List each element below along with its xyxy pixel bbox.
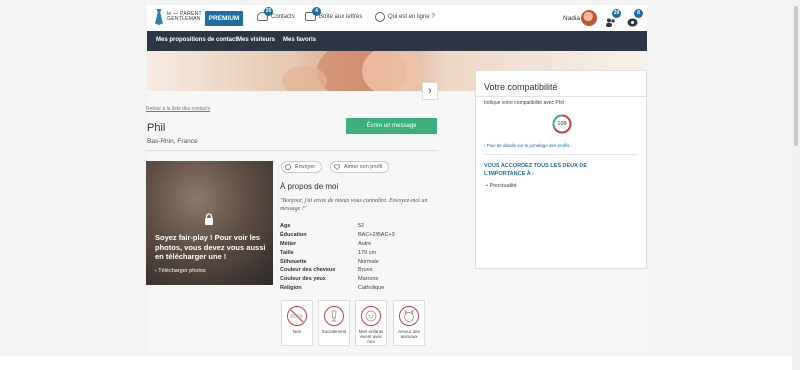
alerts-count-badge: 8	[634, 9, 643, 18]
send-label: Envoyer	[295, 164, 316, 170]
compatibility-title: Votre compatibilité	[484, 82, 558, 92]
people-icon	[606, 18, 615, 27]
attribute-value: Bruns	[358, 267, 373, 274]
like-label: Aimer son profil	[344, 164, 383, 170]
habit-label: Non	[292, 329, 302, 334]
habit-card-animals: Amour des animaux	[393, 300, 425, 346]
habit-card-smoking: Non	[281, 300, 313, 346]
attribute-value: Marrons	[358, 276, 379, 283]
glass-icon	[324, 306, 344, 326]
shared-values-heading: VOUS ACCORDEZ TOUS LES DEUX DE L'IMPORTA…	[484, 163, 587, 177]
attribute-value: Normale	[358, 258, 379, 265]
contacts-label: Contacts	[271, 13, 295, 20]
attribute-key: Taille	[280, 249, 294, 256]
like-profile-button[interactable]: Aimer son profil	[330, 161, 390, 173]
profile-photo-blurred[interactable]: Soyez fair-play ! Pour voir les photos, …	[146, 161, 273, 285]
nav-contacts[interactable]: 26 Contacts	[257, 7, 295, 21]
about-me-heading: À propos de moi	[280, 182, 339, 191]
profile-name: Phil	[147, 122, 166, 134]
tie-logo-icon	[155, 9, 163, 25]
attribute-value: BAC+2/BAC+3	[358, 231, 395, 238]
inbox-count-badge: 4	[312, 7, 321, 16]
compatibility-score: 109	[557, 121, 567, 127]
online-users-icon	[375, 12, 385, 22]
premium-button[interactable]: PREMIUM	[205, 11, 243, 26]
divider	[146, 150, 438, 151]
nav-online[interactable]: Qui est en ligne ?	[375, 12, 435, 22]
child-face-icon	[361, 306, 381, 326]
attribute-key: Age	[280, 223, 291, 229]
attribute-row: Éducation BAC+2/BAC+3	[280, 232, 395, 241]
inbox-label: Boîte aux lettres	[319, 13, 363, 20]
site-logo[interactable]: le — PARENT GENTLEMAN	[155, 9, 202, 25]
habit-label: Socialement	[321, 329, 347, 334]
animal-face-icon	[399, 306, 419, 326]
subnav-favorites[interactable]: Mes favoris	[283, 37, 316, 43]
online-label: Qui est en ligne ?	[388, 14, 435, 20]
attribute-row: Silhouette Normale	[280, 259, 395, 268]
attribute-row: Religion Catholique	[280, 285, 395, 294]
contacts-icon: 26	[257, 7, 273, 21]
habit-card-drinking: Socialement	[318, 300, 350, 346]
sub-navigation: Mes propositions de contact Mes visiteur…	[147, 31, 647, 51]
compatibility-panel: Votre compatibilité Indique votre compat…	[475, 70, 647, 269]
send-icon	[285, 164, 291, 170]
attribute-value: Autre	[358, 240, 372, 247]
habit-label: Amour des animaux	[398, 329, 420, 340]
divider	[476, 96, 646, 97]
profile-attributes: Age 52 Éducation BAC+2/BAC+3 Métier Autre T…	[280, 223, 395, 294]
compatibility-description: Indique votre compatibilité avec Phil	[484, 100, 564, 106]
attribute-value: 52	[358, 223, 365, 229]
shared-value-item: • Ponctualité	[486, 183, 517, 189]
heart-icon	[334, 164, 340, 170]
write-message-button[interactable]: Écrire un message	[346, 118, 437, 134]
download-photos-link[interactable]: › Télécharger photos	[155, 268, 206, 274]
subnav-visitors[interactable]: Mes visiteurs	[237, 37, 275, 43]
attribute-row: Couleur des cheveux Bruns	[280, 267, 395, 276]
subnav-propositions[interactable]: Mes propositions de contact	[156, 37, 237, 43]
notifications-button[interactable]: 29	[605, 9, 621, 27]
attribute-key: Couleur des yeux	[280, 276, 326, 283]
user-name[interactable]: Nadia	[563, 15, 580, 22]
user-avatar[interactable]	[581, 10, 597, 26]
about-me-quote: "Bonjour, j'ai envie de mieux vous conna…	[280, 198, 428, 212]
no-smoking-icon	[287, 306, 307, 326]
nav-inbox[interactable]: 4 Boîte aux lettres	[305, 7, 363, 21]
shared-value-label: Ponctualité	[489, 183, 517, 189]
top-bar: le — PARENT GENTLEMAN PREMIUM 26 Contact…	[147, 5, 647, 31]
scrollbar-thumb[interactable]	[794, 6, 798, 146]
attribute-value: Catholique	[358, 285, 385, 292]
attribute-row: Métier Autre	[280, 241, 395, 250]
attribute-key: Couleur des cheveux	[280, 267, 336, 274]
eye-mask-icon	[627, 18, 638, 27]
next-profile-button[interactable]: ›	[422, 82, 438, 100]
attribute-row: Age 52	[280, 223, 395, 232]
send-button[interactable]: Envoyer	[281, 161, 323, 173]
attribute-key: Silhouette	[280, 258, 307, 265]
mailbox-icon: 4	[305, 7, 321, 21]
contacts-count-badge: 26	[264, 7, 273, 16]
lock-icon	[205, 213, 213, 225]
photo-fair-play-message: Soyez fair-play ! Pour voir les photos, …	[155, 233, 266, 261]
habit-card-children: Mes enfants vivent avec moi	[355, 300, 387, 346]
attribute-row: Couleur des yeux Marrons	[280, 276, 395, 285]
alerts-button[interactable]: 8	[627, 9, 643, 27]
attribute-key: Religion	[280, 285, 302, 292]
attribute-row: Taille 179 cm	[280, 250, 395, 259]
profile-matching-details-link[interactable]: › Plus de détails sur le jumelage des pr…	[484, 143, 570, 148]
chevron-right-icon: ›	[428, 85, 432, 97]
page-scrollbar[interactable]	[792, 0, 800, 370]
attribute-value: 179 cm	[358, 249, 377, 256]
attribute-key: Éducation	[280, 231, 307, 238]
attribute-key: Métier	[280, 240, 297, 247]
divider	[484, 154, 638, 155]
profile-location: Bas-Rhin, France	[147, 138, 198, 145]
logo-line2: GENTLEMAN	[167, 16, 201, 22]
back-to-contacts-link[interactable]: Retour à la liste des contacts	[146, 106, 210, 112]
notifications-count-badge: 29	[612, 9, 621, 18]
page-footer-area	[0, 356, 800, 370]
habit-label: Mes enfants vivent avec moi	[358, 329, 384, 345]
